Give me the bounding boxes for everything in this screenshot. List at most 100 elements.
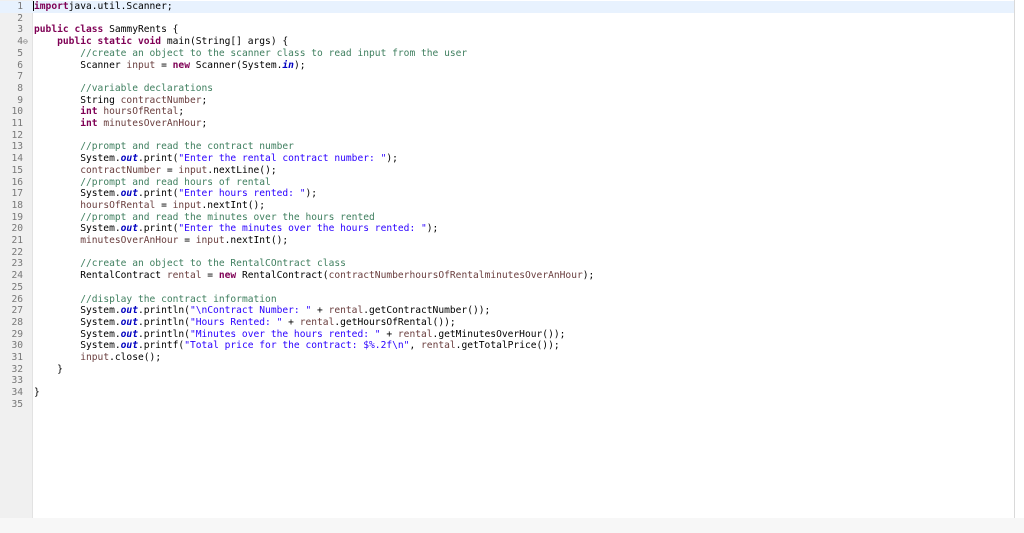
code-line[interactable]: 19 //prompt and read the minutes over th… [0,212,1014,224]
code-line[interactable]: 1 importjava.util.Scanner; [0,1,1014,13]
code-line[interactable]: 14 System.out.print("Enter the rental co… [0,153,1014,165]
code-token: out [120,340,138,352]
code-token: static [97,36,133,48]
code-line[interactable]: 25 [0,282,1014,294]
line-number: 22 [11,246,23,258]
line-number: 6 [17,59,23,71]
code-token: } [34,387,40,399]
code-line[interactable]: 32 } [0,364,1014,376]
code-line[interactable]: 4 ⊖ public static void main(String[] args… [0,36,1014,48]
line-number: 2 [17,12,23,24]
code-token: .println( [137,316,190,328]
code-token: System. [34,305,121,317]
code-line[interactable]: 23 //create an object to the RentalCOntr… [0,258,1014,270]
code-line[interactable]: 3 public class SammyRents { [0,24,1014,36]
code-line[interactable]: 28 System.out.println("Hours Rented: " +… [0,317,1014,329]
code-line[interactable]: 9 String contractNumber; [0,95,1014,107]
code-token: .print( [137,153,179,165]
code-line[interactable]: 15 contractNumber = input.nextLine(); [0,165,1014,177]
code-line[interactable]: 10 int hoursOfRental; [0,106,1014,118]
code-token: "Enter hours rented: " [178,188,306,200]
line-number: 23 [11,258,23,270]
code-token: .print( [137,188,179,200]
code-token: "Minutes over the hours rented: " [189,328,381,340]
code-token: = [178,235,196,246]
code-token: ); [386,153,398,165]
code-token: java.util.Scanner; [68,1,173,12]
code-token: = [201,270,219,282]
code-token: RentalContract [34,270,167,282]
fold-toggle-icon[interactable]: ⊖ [23,36,28,48]
code-line[interactable]: 21 minutesOverAnHour = input.nextInt(); [0,235,1014,247]
code-token: out [120,223,138,235]
code-line[interactable]: 18 hoursOfRental = input.nextInt(); [0,200,1014,212]
code-line[interactable]: 6 Scanner input = new Scanner(System.in)… [0,60,1014,72]
code-line[interactable]: 22 [0,247,1014,259]
code-line[interactable]: 5 //create an object to the scanner clas… [0,48,1014,60]
line-number: 11 [11,118,23,129]
code-token: System. [34,153,121,165]
code-line[interactable]: 35 [0,399,1014,411]
code-token: ); [293,59,306,71]
line-number: 20 [11,223,23,235]
code-token: + [311,305,329,317]
line-number: 3 [17,24,23,36]
code-token: = [155,199,173,211]
line-number: 25 [11,281,23,293]
code-line[interactable]: 13 //prompt and read the contract number [0,141,1014,153]
code-text: System.out.printf("Total price for the c… [34,340,560,352]
code-token: rental [299,316,335,328]
line-number: 17 [11,188,23,200]
code-line[interactable]: 20 System.out.print("Enter the minutes o… [0,223,1014,235]
code-line[interactable]: 33 [0,375,1014,387]
code-line[interactable]: 27 System.out.println("\nContract Number… [0,305,1014,317]
code-token: = [161,164,179,176]
code-token: .getTotalPrice()); [455,340,560,352]
code-token: new [218,270,237,282]
code-token: void [137,36,162,48]
code-line[interactable]: 30 System.out.printf("Total price for th… [0,340,1014,352]
code-token: + [282,316,300,328]
code-text: int hoursOfRental; [34,106,184,118]
code-line[interactable]: 12 [0,130,1014,142]
code-editor[interactable]: 1 importjava.util.Scanner; 2 3 public class … [0,0,1015,533]
line-number: 31 [11,352,23,363]
code-line[interactable]: 7 [0,71,1014,83]
code-line[interactable]: 34} [0,387,1014,399]
code-line[interactable]: 16 //prompt and read hours of rental [0,177,1014,189]
line-number: 1 [17,1,23,12]
code-line[interactable]: 17 System.out.print("Enter hours rented:… [0,188,1014,200]
code-line[interactable]: 24 RentalContract rental = new RentalCon… [0,270,1014,282]
code-line[interactable]: 11 int minutesOverAnHour; [0,118,1014,130]
code-token: //prompt and read the contract number [80,141,294,153]
code-token: .nextInt(); [224,235,289,246]
code-token: import [34,1,69,12]
code-token: String [34,94,121,106]
code-text: //prompt and read the contract number [34,141,294,153]
code-token: Scanner [34,59,127,71]
line-number: 5 [17,47,23,59]
code-token: hoursOfRental [80,199,156,211]
code-line[interactable]: 26 //display the contract information [0,294,1014,306]
code-token: contractNumber [328,270,410,282]
code-text: //prompt and read hours of rental [34,177,271,189]
code-text: importjava.util.Scanner; [33,1,173,13]
code-line[interactable]: 29 System.out.println("Minutes over the … [0,329,1014,341]
line-number: 19 [11,211,23,223]
line-number: 28 [11,316,23,328]
code-token: rental [421,340,456,352]
code-line[interactable]: 2 [0,13,1014,25]
code-token: input [126,59,156,71]
code-text: //create an object to the RentalCOntract… [34,258,346,270]
code-token: .println( [137,305,190,317]
line-number: 9 [17,94,23,106]
code-text: //prompt and read the minutes over the h… [34,212,375,224]
code-line[interactable]: 8 //variable declarations [0,83,1014,95]
code-token: Scanner(System. [189,59,283,71]
code-line[interactable]: 31 input.close(); [0,352,1014,364]
code-token: .printf( [137,340,185,352]
line-number: 29 [11,328,23,340]
